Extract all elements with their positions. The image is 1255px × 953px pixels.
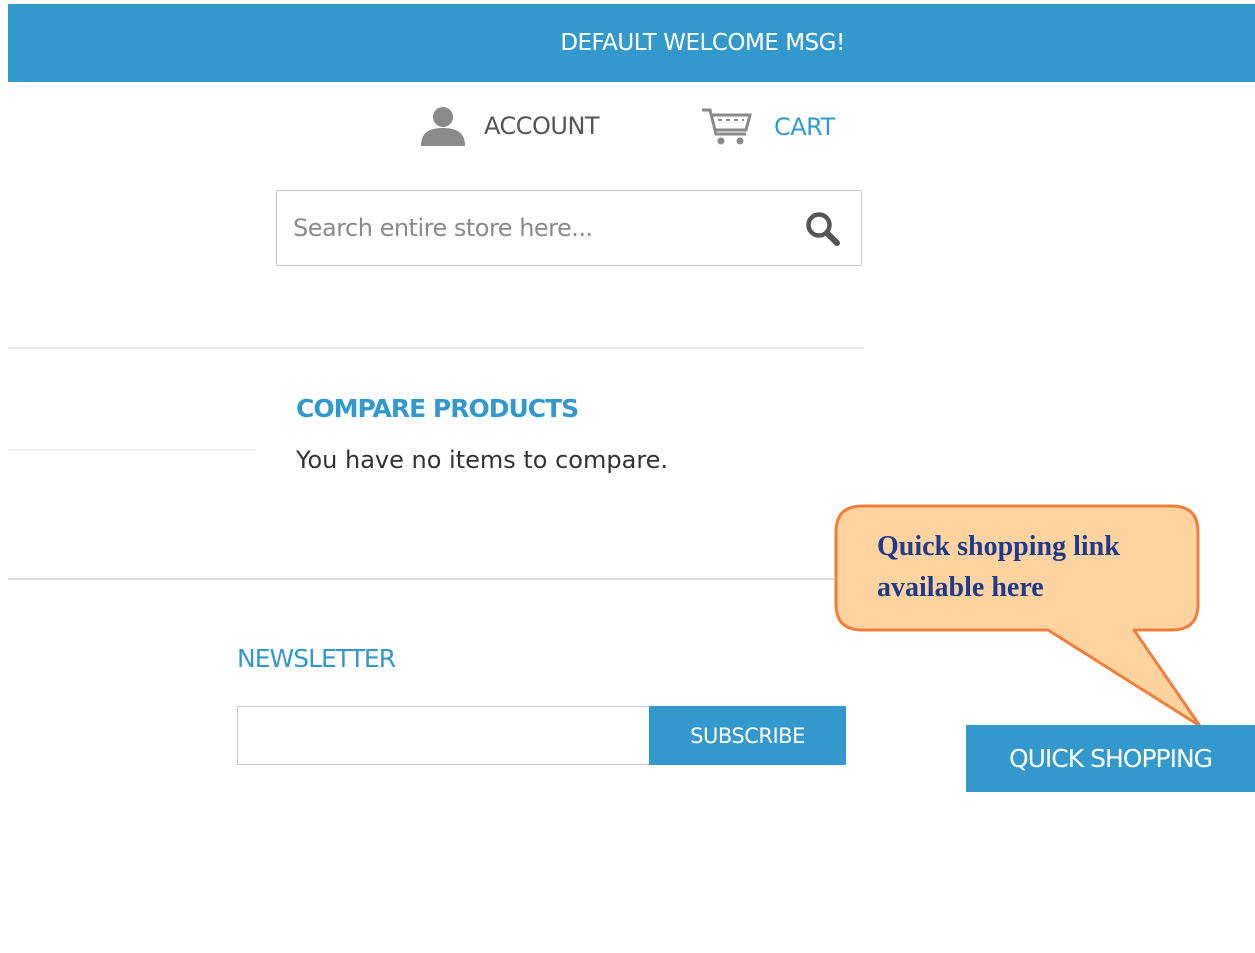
search-button[interactable]: [803, 209, 843, 249]
cart-link[interactable]: CART: [700, 106, 835, 148]
quick-shopping-button[interactable]: QUICK SHOPPING: [966, 725, 1255, 792]
newsletter-email-field[interactable]: [237, 706, 650, 765]
divider: [8, 449, 256, 451]
search-icon: [806, 212, 840, 246]
callout-line-1: Quick shopping link: [877, 531, 1120, 562]
cart-icon: [702, 108, 752, 145]
search-box: [276, 190, 862, 266]
welcome-bar: DEFAULT WELCOME MSG!: [8, 4, 1255, 82]
callout-line-2: available here: [877, 572, 1044, 603]
newsletter-title: NEWSLETTER: [237, 644, 396, 673]
callout-text: Quick shopping link available here: [877, 526, 1197, 608]
search-input[interactable]: [293, 209, 783, 247]
welcome-message: DEFAULT WELCOME MSG!: [560, 30, 845, 56]
cart-label: CART: [774, 113, 835, 141]
compare-products-title[interactable]: COMPARE PRODUCTS: [296, 394, 579, 423]
account-link[interactable]: ACCOUNT: [418, 106, 600, 146]
divider: [8, 347, 864, 349]
account-label: ACCOUNT: [484, 112, 600, 140]
compare-empty-text: You have no items to compare.: [296, 446, 669, 474]
divider: [8, 578, 868, 580]
subscribe-button[interactable]: SUBSCRIBE: [649, 706, 846, 765]
user-icon: [421, 107, 465, 146]
